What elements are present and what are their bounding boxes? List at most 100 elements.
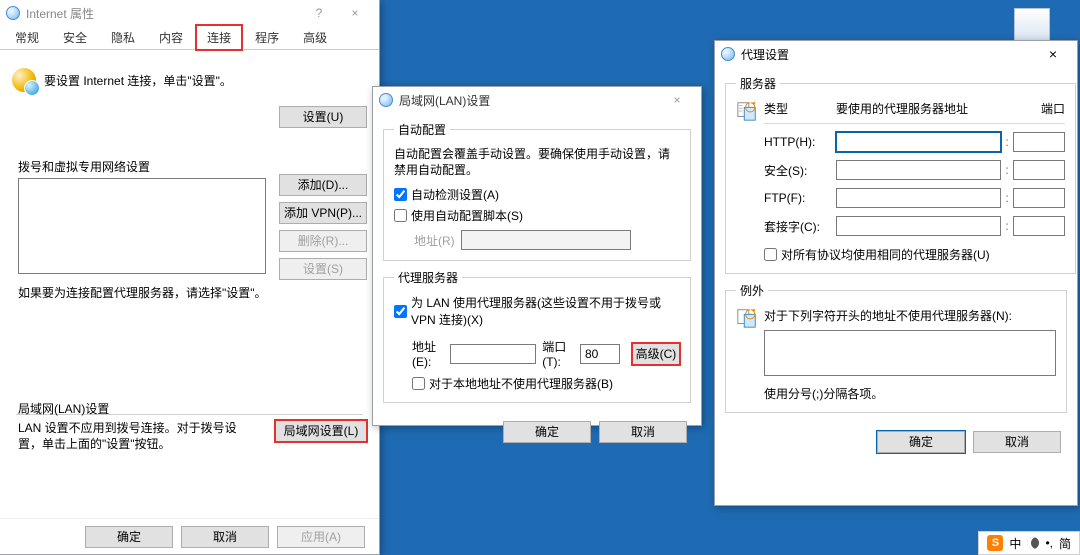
http-port-input[interactable] [1013, 132, 1065, 152]
window-title: 局域网(LAN)设置 [399, 92, 659, 109]
socks-port-input[interactable] [1013, 216, 1065, 236]
titlebar: Internet 属性 ? × [0, 0, 379, 26]
exceptions-legend: 例外 [736, 282, 768, 299]
script-addr-label: 地址(R) [414, 232, 455, 249]
secure-addr-input[interactable] [836, 160, 1001, 180]
proxy-server-legend: 代理服务器 [394, 269, 462, 286]
add-button[interactable]: 添加(D)... [279, 174, 367, 196]
cancel-button[interactable]: 取消 [973, 431, 1061, 453]
window-title: 代理设置 [741, 46, 1035, 63]
cancel-button[interactable]: 取消 [181, 526, 269, 548]
apply-button[interactable]: 应用(A) [277, 526, 365, 548]
titlebar: 局域网(LAN)设置 × [373, 87, 701, 113]
help-button[interactable]: ? [301, 6, 337, 20]
close-button[interactable]: × [337, 6, 373, 20]
dial-section-label: 拨号和虚拟专用网络设置 [18, 158, 150, 175]
exceptions-hint: 使用分号(;)分隔各项。 [764, 385, 1056, 402]
globe-icon [6, 6, 20, 20]
auto-detect-label: 自动检测设置(A) [411, 186, 499, 203]
socks-addr-input[interactable] [836, 216, 1001, 236]
lan-settings-button[interactable]: 局域网设置(L) [275, 420, 367, 442]
ime-indicator[interactable]: S 中 •, 简 [978, 531, 1080, 555]
cancel-button[interactable]: 取消 [599, 421, 687, 443]
internet-properties-dialog: Internet 属性 ? × 常规 安全 隐私 内容 连接 程序 高级 要设置… [0, 0, 380, 555]
exceptions-group: 例外 对于下列字符开头的地址不使用代理服务器(N): 使用分号(;)分隔各项。 [725, 282, 1067, 413]
tab-connections[interactable]: 连接 [196, 25, 242, 50]
close-button[interactable]: × [1035, 46, 1071, 62]
row-secure-label: 安全(S): [764, 162, 836, 179]
same-all-checkbox[interactable]: 对所有协议均使用相同的代理服务器(U) [764, 246, 1065, 263]
ftp-addr-input[interactable] [836, 188, 1001, 208]
col-type: 类型 [764, 100, 836, 117]
exceptions-note: 对于下列字符开头的地址不使用代理服务器(N): [764, 307, 1056, 324]
globe-icon [379, 93, 393, 107]
tab-advanced[interactable]: 高级 [292, 25, 338, 50]
auto-config-note: 自动配置会覆盖手动设置。要确保使用手动设置，请禁用自动配置。 [394, 146, 680, 178]
ime-extra: 简 [1059, 535, 1071, 552]
servers-legend: 服务器 [736, 75, 780, 92]
same-all-label: 对所有协议均使用相同的代理服务器(U) [781, 246, 990, 263]
ok-button[interactable]: 确定 [503, 421, 591, 443]
servers-group: 服务器 类型 要使用的代理服务器地址 端口 HTTP(H): : 安全(S): … [725, 75, 1076, 274]
desktop-shortcut-icon [1014, 8, 1050, 42]
tab-security[interactable]: 安全 [52, 25, 98, 50]
col-addr: 要使用的代理服务器地址 [836, 100, 1013, 117]
ime-logo-icon: S [987, 535, 1003, 551]
exceptions-textarea[interactable] [764, 330, 1056, 376]
setup-button[interactable]: 设置(U) [279, 106, 367, 128]
row-ftp-label: FTP(F): [764, 191, 836, 205]
auto-config-group: 自动配置 自动配置会覆盖手动设置。要确保使用手动设置，请禁用自动配置。 自动检测… [383, 121, 691, 261]
window-title: Internet 属性 [26, 5, 301, 22]
dial-note-text: 如果要为连接配置代理服务器，请选择"设置"。 [18, 284, 267, 301]
auto-detect-checkbox[interactable]: 自动检测设置(A) [394, 186, 680, 203]
lan-settings-dialog: 局域网(LAN)设置 × 自动配置 自动配置会覆盖手动设置。要确保使用手动设置，… [372, 86, 702, 426]
lan-note-text: LAN 设置不应用到拨号连接。对于拨号设置，单击上面的"设置"按钮。 [18, 420, 246, 452]
use-proxy-label: 为 LAN 使用代理服务器(这些设置不用于拨号或 VPN 连接)(X) [411, 294, 680, 328]
proxy-port-input[interactable] [580, 344, 620, 364]
col-port: 端口 [1013, 100, 1065, 117]
connections-icon [12, 68, 36, 92]
proxy-addr-input[interactable] [450, 344, 536, 364]
row-http-label: HTTP(H): [764, 135, 836, 149]
tab-content[interactable]: 内容 [148, 25, 194, 50]
close-button[interactable]: × [659, 93, 695, 107]
ok-button[interactable]: 确定 [877, 431, 965, 453]
bypass-local-checkbox[interactable]: 对于本地地址不使用代理服务器(B) [412, 375, 680, 392]
proxy-addr-label: 地址(E): [412, 338, 444, 369]
auto-detect-input[interactable] [394, 188, 407, 201]
use-script-checkbox[interactable]: 使用自动配置脚本(S) [394, 207, 680, 224]
auto-config-legend: 自动配置 [394, 121, 450, 138]
tab-programs[interactable]: 程序 [244, 25, 290, 50]
tab-strip: 常规 安全 隐私 内容 连接 程序 高级 [0, 26, 379, 50]
bypass-local-label: 对于本地地址不使用代理服务器(B) [429, 375, 613, 392]
dial-vpn-listbox[interactable] [18, 178, 266, 274]
row-socks-label: 套接字(C): [764, 218, 836, 235]
advanced-button[interactable]: 高级(C) [632, 343, 680, 365]
same-all-input[interactable] [764, 248, 777, 261]
use-script-label: 使用自动配置脚本(S) [411, 207, 523, 224]
script-addr-input [461, 230, 631, 250]
proxy-server-group: 代理服务器 为 LAN 使用代理服务器(这些设置不用于拨号或 VPN 连接)(X… [383, 269, 691, 403]
ftp-port-input[interactable] [1013, 188, 1065, 208]
use-script-input[interactable] [394, 209, 407, 222]
titlebar: 代理设置 × [715, 41, 1077, 67]
secure-port-input[interactable] [1013, 160, 1065, 180]
ime-mode: 中 [1009, 535, 1021, 552]
globe-icon [721, 47, 735, 61]
use-proxy-input[interactable] [394, 305, 407, 318]
servers-icon [736, 100, 758, 122]
exceptions-icon [736, 307, 758, 329]
tab-privacy[interactable]: 隐私 [100, 25, 146, 50]
lan-section-label: 局域网(LAN)设置 [18, 400, 109, 417]
bypass-local-input[interactable] [412, 377, 425, 390]
tab-general[interactable]: 常规 [4, 25, 50, 50]
delete-button[interactable]: 删除(R)... [279, 230, 367, 252]
moon-icon [1027, 537, 1039, 549]
proxy-port-label: 端口(T): [542, 338, 574, 369]
http-addr-input[interactable] [836, 132, 1001, 152]
add-vpn-button[interactable]: 添加 VPN(P)... [279, 202, 367, 224]
connections-intro-text: 要设置 Internet 连接，单击"设置"。 [44, 72, 232, 89]
ok-button[interactable]: 确定 [85, 526, 173, 548]
settings-button[interactable]: 设置(S) [279, 258, 367, 280]
use-proxy-checkbox[interactable]: 为 LAN 使用代理服务器(这些设置不用于拨号或 VPN 连接)(X) [394, 294, 680, 328]
